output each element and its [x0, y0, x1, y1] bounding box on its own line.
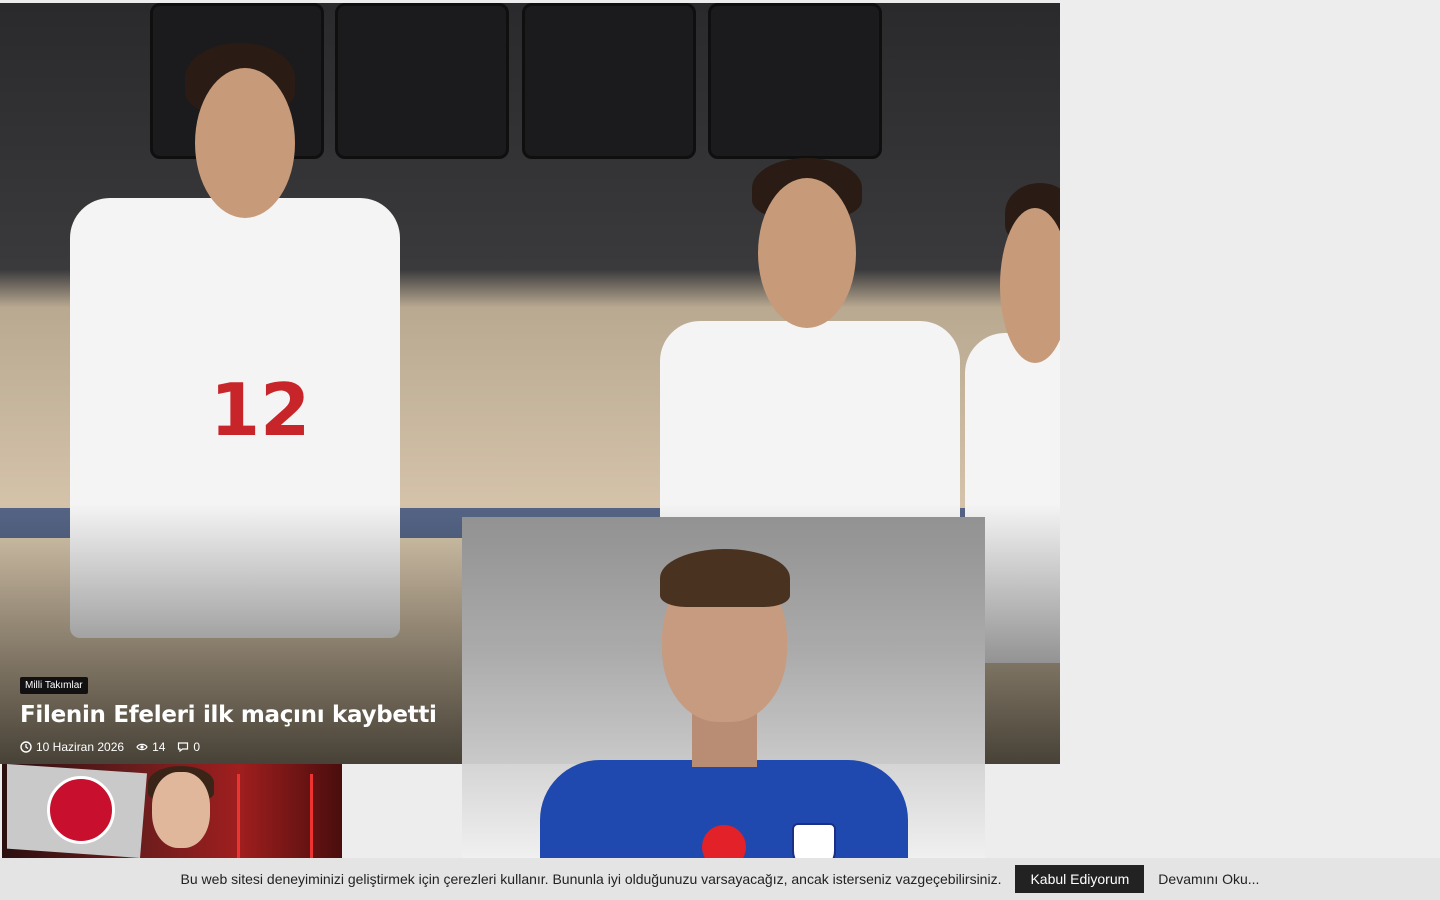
views-stat: 14	[136, 740, 165, 754]
clock-icon	[20, 741, 32, 753]
stadium-seat	[335, 3, 509, 159]
player-head	[195, 68, 295, 218]
secondary-article-image[interactable]	[462, 517, 985, 858]
comment-count: 0	[193, 740, 201, 754]
article-stats: 10 Haziran 2026 14 0	[20, 740, 437, 754]
article-thumbnail[interactable]	[2, 764, 342, 858]
club-logo	[47, 776, 115, 844]
cookie-text: Bu web sitesi deneyiminizi geliştirmek i…	[180, 871, 1002, 887]
article-date: 10 Haziran 2026	[36, 740, 125, 754]
view-count: 14	[152, 740, 166, 754]
bridge-graphic	[237, 774, 313, 858]
stadium-seat	[708, 3, 882, 159]
stadium-seat	[522, 3, 696, 159]
category-badge[interactable]: Milli Takımlar	[20, 677, 88, 694]
article-meta: Milli Takımlar Filenin Efeleri ilk maçın…	[20, 675, 437, 754]
player-face	[152, 772, 210, 848]
player-hair	[660, 549, 790, 607]
cookie-notice: Bu web sitesi deneyiminizi geliştirmek i…	[0, 858, 1440, 900]
cookie-accept-button[interactable]: Kabul Ediyorum	[1015, 865, 1145, 893]
eye-icon	[136, 743, 148, 751]
player-head	[758, 178, 856, 328]
comment-icon	[178, 742, 189, 753]
date-stat: 10 Haziran 2026	[20, 740, 124, 754]
club-crest	[792, 823, 836, 858]
comments-stat[interactable]: 0	[177, 740, 200, 754]
jersey-number: 12	[210, 368, 311, 452]
cookie-read-more-link[interactable]: Devamını Oku...	[1158, 871, 1259, 887]
article-title[interactable]: Filenin Efeleri ilk maçını kaybetti	[20, 702, 437, 728]
